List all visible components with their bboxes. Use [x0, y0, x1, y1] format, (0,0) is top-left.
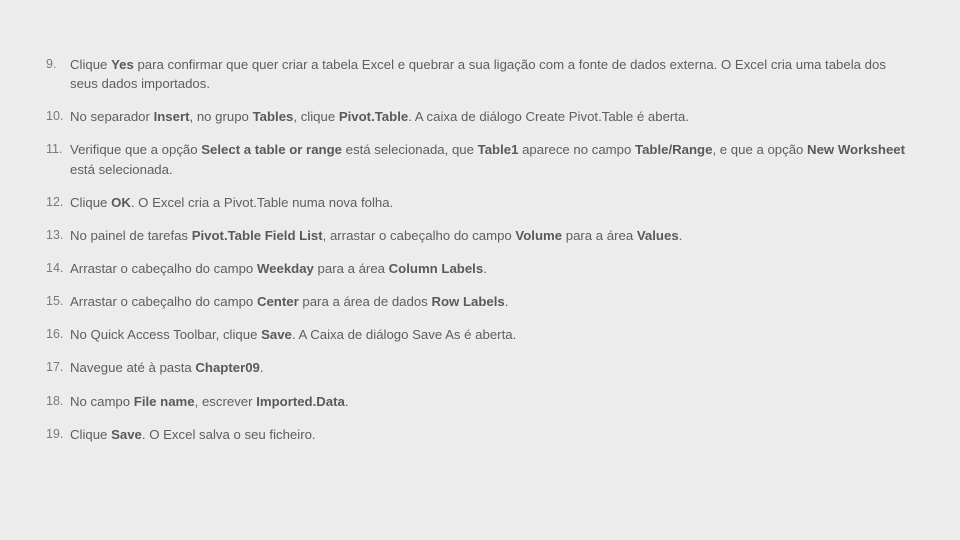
step-item: Navegue até à pasta Chapter09.	[46, 358, 914, 377]
bold-term: File name	[134, 394, 195, 409]
bold-term: Table1	[478, 142, 519, 157]
bold-term: Tables	[253, 109, 294, 124]
bold-term: Insert	[154, 109, 190, 124]
step-item: No campo File name, escrever Imported.Da…	[46, 392, 914, 411]
step-item: Clique Yes para confirmar que quer criar…	[46, 55, 914, 93]
bold-term: Values	[637, 228, 679, 243]
ordered-step-list: Clique Yes para confirmar que quer criar…	[46, 55, 914, 444]
instruction-document: Clique Yes para confirmar que quer criar…	[0, 0, 960, 444]
bold-term: Save	[111, 427, 142, 442]
bold-term: Yes	[111, 57, 134, 72]
step-item: Clique OK. O Excel cria a Pivot.Table nu…	[46, 193, 914, 212]
bold-term: New Worksheet	[807, 142, 905, 157]
bold-term: Column Labels	[389, 261, 484, 276]
bold-term: Volume	[515, 228, 562, 243]
step-item: Arrastar o cabeçalho do campo Weekday pa…	[46, 259, 914, 278]
step-item: Verifique que a opção Select a table or …	[46, 140, 914, 178]
step-item: Clique Save. O Excel salva o seu ficheir…	[46, 425, 914, 444]
bold-term: Imported.Data	[256, 394, 345, 409]
bold-term: Row Labels	[431, 294, 504, 309]
bold-term: Chapter09	[195, 360, 260, 375]
bold-term: Save	[261, 327, 292, 342]
step-item: Arrastar o cabeçalho do campo Center par…	[46, 292, 914, 311]
bold-term: Select a table or range	[201, 142, 342, 157]
step-item: No painel de tarefas Pivot.Table Field L…	[46, 226, 914, 245]
step-item: No Quick Access Toolbar, clique Save. A …	[46, 325, 914, 344]
step-item: No separador Insert, no grupo Tables, cl…	[46, 107, 914, 126]
bold-term: Weekday	[257, 261, 314, 276]
bold-term: Pivot.Table	[339, 109, 408, 124]
bold-term: Table/Range	[635, 142, 712, 157]
bold-term: Pivot.Table Field List	[192, 228, 323, 243]
bold-term: Center	[257, 294, 299, 309]
bold-term: OK	[111, 195, 131, 210]
